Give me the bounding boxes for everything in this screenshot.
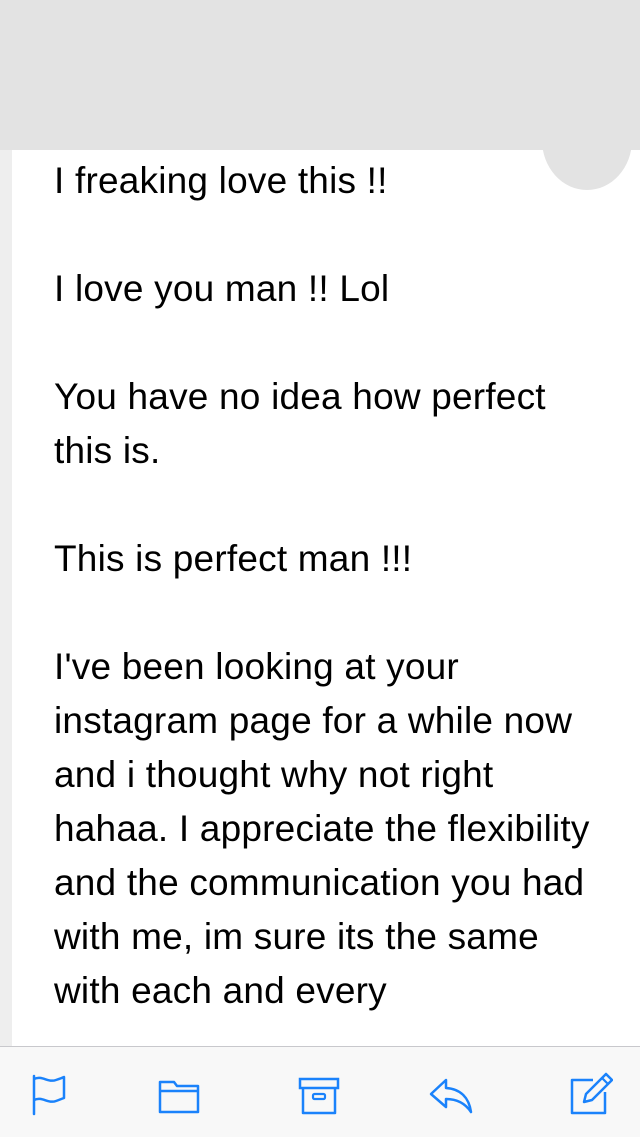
reply-button[interactable] (428, 1071, 474, 1117)
compose-icon (570, 1072, 613, 1115)
flag-button[interactable] (26, 1071, 72, 1117)
compose-button[interactable] (568, 1071, 614, 1117)
message-paragraph: I love you man !! Lol (54, 268, 390, 309)
archive-icon (298, 1077, 340, 1115)
message-paragraph: You have no idea how perfect this is. (54, 376, 546, 471)
archive-button[interactable] (296, 1071, 342, 1117)
email-message-body: I freaking love this !! I love you man !… (54, 150, 614, 1046)
reply-icon (429, 1078, 473, 1114)
flag-icon (32, 1074, 66, 1116)
bottom-toolbar (0, 1046, 640, 1137)
move-to-folder-button[interactable] (156, 1071, 202, 1117)
left-edge-strip (0, 150, 12, 1050)
message-paragraph: I freaking love this !! (54, 160, 388, 201)
message-paragraph: This is perfect man !!! (54, 538, 413, 579)
folder-icon (158, 1080, 200, 1114)
message-paragraph: I've been looking at your instagram page… (54, 646, 590, 1011)
